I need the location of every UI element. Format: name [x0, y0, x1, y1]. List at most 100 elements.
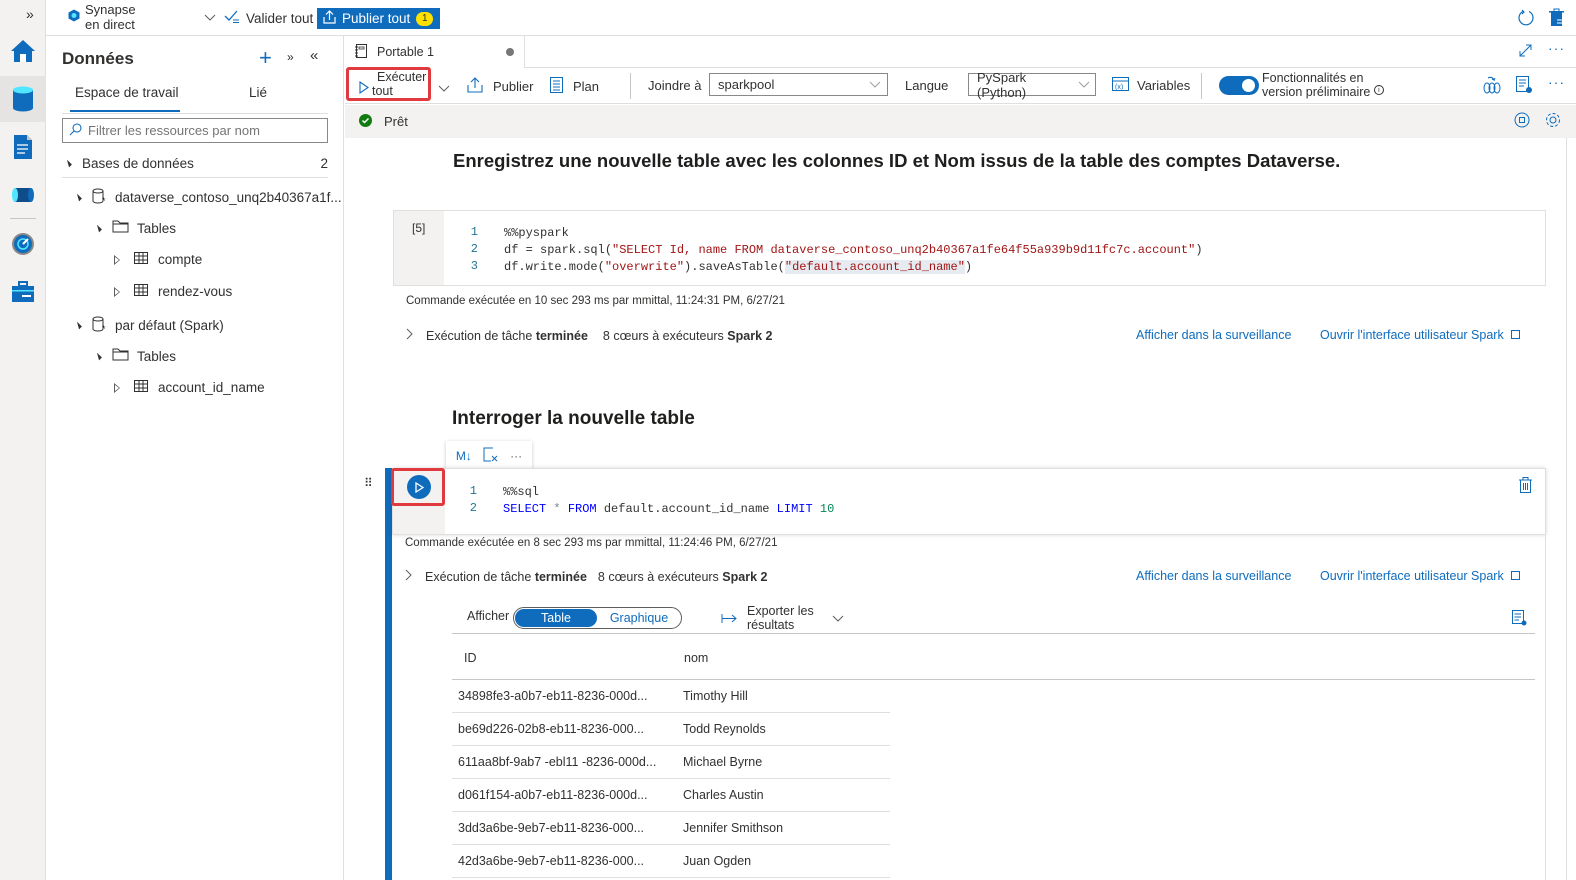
table-row[interactable]: 3dd3a6be-9eb7-eb11-8236-000... Jennifer S… — [452, 812, 890, 845]
notebook-editor: Portable 1 ··· Exécuter tout Publier Pla… — [345, 36, 1576, 880]
code-cell-2[interactable]: 1 2 %%sql SELECT * FROM default.account_… — [392, 468, 1546, 535]
tab-linked[interactable]: Lié — [249, 85, 267, 100]
clear-output-icon[interactable] — [483, 447, 498, 465]
code-cell-1[interactable]: [5] 1 2 3 %%pyspark df = spark.sql("SELE… — [393, 210, 1546, 286]
publish-button[interactable]: Publier — [467, 77, 533, 96]
properties-icon[interactable] — [1516, 76, 1532, 97]
open-spark-ui-link[interactable]: Ouvrir l'interface utilisateur Spark — [1320, 569, 1521, 583]
variables-button[interactable]: (x) Variables — [1112, 77, 1190, 94]
cell2-job-summary[interactable]: Exécution de tâche terminée 8 cœurs à ex… — [405, 569, 767, 584]
cell-more-icon[interactable]: ··· — [510, 449, 522, 463]
plan-label: Plan — [573, 79, 600, 94]
table-name: rendez-vous — [158, 284, 233, 299]
export-arrow-icon — [721, 611, 737, 626]
home-icon[interactable] — [0, 28, 46, 74]
code-line[interactable]: %%pyspark — [504, 225, 569, 242]
notebook-tab[interactable]: Portable 1 — [345, 36, 525, 68]
toolbar-more-icon[interactable]: ··· — [1548, 74, 1565, 90]
open-spark-ui-link[interactable]: Ouvrir l'interface utilisateur Spark — [1320, 328, 1521, 342]
unsaved-dot-icon[interactable] — [506, 48, 514, 56]
workspace-mode-line1: Synapse — [85, 2, 136, 17]
workspace-mode-selector[interactable]: Synapse en direct — [68, 2, 216, 32]
tree-table-rendez-vous[interactable]: rendez-vous — [114, 284, 232, 299]
view-table-option[interactable]: Table — [515, 609, 597, 627]
expand-rail-icon[interactable]: » — [26, 6, 34, 22]
convert-markdown-icon[interactable]: M↓ — [456, 449, 472, 463]
manage-icon[interactable] — [0, 269, 46, 315]
info-icon[interactable]: i — [1373, 85, 1384, 95]
monitor-icon[interactable] — [0, 221, 46, 267]
expand-editor-icon[interactable] — [1519, 44, 1532, 60]
refresh-icon[interactable] — [1517, 9, 1535, 30]
tabs-divider — [62, 113, 328, 114]
publish-all-button[interactable]: Publier tout 1 — [317, 8, 440, 29]
tab-more-icon[interactable]: ··· — [1548, 40, 1565, 56]
tree-database-dataverse[interactable]: * dataverse_contoso_unq2b40367a1f... — [74, 188, 342, 207]
delete-cell-icon[interactable] — [1519, 477, 1532, 496]
column-header-id[interactable]: ID — [464, 651, 477, 665]
run-options-chevron-icon[interactable] — [438, 81, 450, 96]
line-number: 3 — [470, 259, 478, 273]
tab-workspace[interactable]: Espace de travail — [75, 85, 179, 100]
tree-folder-tables[interactable]: Tables — [94, 220, 176, 236]
folder-icon — [112, 348, 129, 364]
language-select[interactable]: PySpark (Python) — [968, 70, 1096, 100]
database-name: par défaut (Spark) — [115, 318, 224, 333]
chevron-right-icon — [405, 569, 413, 584]
table-settings-icon[interactable] — [1512, 610, 1527, 629]
view-in-monitoring-link[interactable]: Afficher dans la surveillance — [1136, 569, 1291, 583]
table-row[interactable]: 42d3a6be-9eb7-eb11-8236-000... Juan Ogden — [452, 845, 890, 878]
publish-icon — [467, 77, 483, 96]
preview-features-toggle[interactable]: Fonctionnalités en version préliminaire … — [1219, 71, 1384, 99]
filter-input[interactable] — [88, 123, 318, 138]
drag-handle-icon[interactable]: ⠿ — [364, 476, 373, 490]
session-config-icon[interactable] — [1483, 76, 1501, 97]
discard-all-icon[interactable] — [1549, 8, 1565, 31]
collapsed-caret-icon — [114, 254, 120, 265]
validate-all-button[interactable]: Valider tout — [224, 10, 313, 27]
ready-check-icon — [359, 113, 372, 130]
cell1-job-summary[interactable]: Exécution de tâche terminée 8 cœurs à ex… — [406, 328, 772, 343]
chevron-down-icon — [869, 77, 881, 92]
table-row[interactable]: d061f154-a0b7-eb11-8236-000d... Charles A… — [452, 779, 890, 812]
table-row[interactable]: be69d226-02b8-eb11-8236-000... Todd Reyno… — [452, 713, 890, 746]
tree-table-compte[interactable]: compte — [114, 252, 202, 267]
plan-button[interactable]: Plan — [550, 77, 599, 96]
integrate-icon[interactable] — [0, 172, 46, 218]
export-results-button[interactable]: Exporter les résultats — [721, 604, 844, 632]
tree-databases-section[interactable]: Bases de données 2 — [64, 156, 328, 171]
publish-icon — [323, 10, 336, 27]
tree-table-account-id-name[interactable]: account_id_name — [114, 380, 265, 395]
chevron-down-icon — [1078, 77, 1090, 92]
language-value: PySpark (Python) — [977, 69, 1027, 100]
collapse-all-icon[interactable]: » — [287, 50, 294, 64]
develop-icon[interactable] — [0, 124, 46, 170]
attach-pool-select[interactable]: sparkpool — [709, 73, 888, 96]
table-row[interactable]: 611aa8bf-9ab7 -ebl11 -8236-000d... Michae… — [452, 746, 890, 779]
view-chart-option[interactable]: Graphique — [597, 611, 681, 625]
tree-database-default-spark[interactable]: * par défaut (Spark) — [74, 316, 224, 335]
column-header-nom[interactable]: nom — [684, 651, 708, 665]
section-count: 2 — [320, 156, 328, 171]
cell2-exec-meta: Commande exécutée en 8 sec 293 ms par mm… — [405, 537, 778, 549]
vertical-scrollbar[interactable] — [1566, 138, 1576, 880]
add-resource-icon[interactable]: + — [259, 47, 272, 69]
data-icon[interactable] — [0, 76, 46, 122]
code-line[interactable]: %%sql — [503, 484, 539, 501]
code-line[interactable]: SELECT * FROM default.account_id_name LI… — [503, 501, 834, 518]
settings-gear-icon[interactable] — [1544, 111, 1562, 132]
code-line[interactable]: df.write.mode("overwrite").saveAsTable("… — [504, 259, 972, 276]
view-in-monitoring-link[interactable]: Afficher dans la surveillance — [1136, 328, 1291, 342]
section-label: Bases de données — [82, 156, 194, 171]
code-line[interactable]: df = spark.sql("SELECT Id, name FROM dat… — [504, 242, 1203, 259]
filter-resources-input[interactable] — [62, 118, 328, 143]
preview-line1: Fonctionnalités en — [1262, 71, 1364, 85]
toggle-switch[interactable] — [1219, 75, 1259, 95]
table-row[interactable]: 34898fe3-a0b7-eb11-8236-000d... Timothy H… — [452, 680, 890, 713]
stop-session-icon[interactable] — [1514, 112, 1530, 131]
activity-rail: » — [0, 0, 46, 880]
table-name: account_id_name — [158, 380, 265, 395]
collapse-panel-icon[interactable]: « — [310, 47, 318, 64]
chevron-down-icon — [204, 10, 216, 25]
tree-folder-tables[interactable]: Tables — [94, 348, 176, 364]
